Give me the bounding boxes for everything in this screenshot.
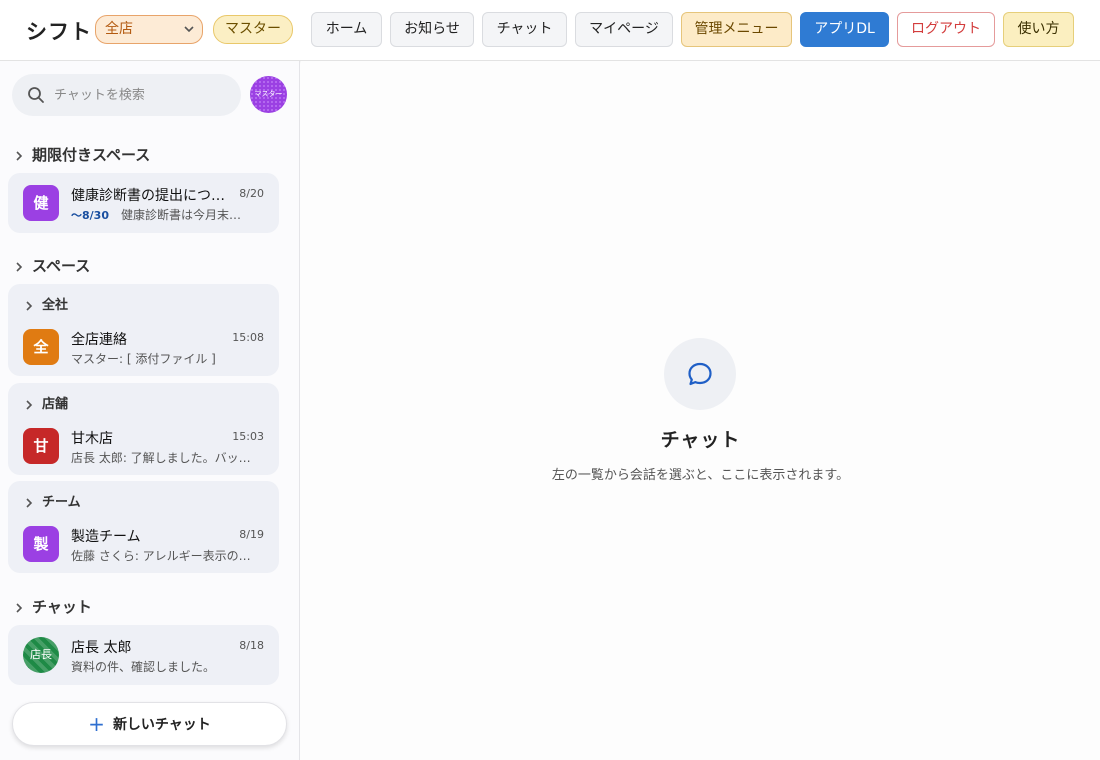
chat-item-time: 15:03	[232, 430, 264, 443]
space-icon: 全	[23, 329, 59, 365]
chevron-right-icon	[26, 497, 33, 508]
nav-app-download-button[interactable]: アプリDL	[800, 12, 889, 47]
chat-item-time: 8/19	[239, 528, 264, 541]
store-select[interactable]: 全店	[95, 15, 203, 44]
space-icon: 甘	[23, 428, 59, 464]
section-spaces-label: スペース	[32, 257, 91, 275]
chat-search-input[interactable]	[54, 74, 234, 116]
space-icon: 健	[23, 185, 59, 221]
space-group-header[interactable]: 全社	[22, 294, 68, 313]
space-group-label: 店舗	[42, 397, 69, 412]
chat-item-all-stores[interactable]: 全 全店連絡 15:08 マスター: [ 添付ファイル ]	[8, 317, 279, 377]
nav-chat-button[interactable]: チャット	[482, 12, 567, 47]
chat-item-health-check[interactable]: 健 健康診断書の提出につ… 8/20 〜8/30 健康診断書は今月末…	[8, 173, 279, 233]
empty-state-title: チャット	[660, 429, 741, 451]
avatar: 店長	[23, 637, 59, 673]
user-avatar[interactable]: マスター	[250, 76, 287, 113]
new-chat-button[interactable]: + 新しいチャット	[12, 702, 287, 746]
chat-sidebar: マスター 期限付きスペース 健 健康診断書の提出につ… 8/20 〜8/30 健康…	[0, 61, 300, 760]
nav-logout-button[interactable]: ログアウト	[897, 12, 995, 47]
space-group-label: 全社	[42, 298, 69, 313]
nav-home-button[interactable]: ホーム	[311, 12, 382, 47]
search-icon	[28, 87, 44, 103]
nav-admin-button[interactable]: 管理メニュー	[681, 12, 792, 47]
chat-item-time: 8/18	[239, 639, 264, 652]
chat-item-amagi-store[interactable]: 甘 甘木店 15:03 店長 太郎: 了解しました。バッ…	[8, 416, 279, 476]
space-group-stores: 店舗 甘 甘木店 15:03 店長 太郎: 了解しました。バッ…	[8, 383, 279, 475]
chevron-right-icon	[16, 261, 23, 272]
chat-item-preview: マスター: [ 添付ファイル ]	[71, 352, 216, 366]
space-group-header[interactable]: チーム	[22, 491, 81, 510]
chat-search	[12, 74, 241, 116]
nav-notice-button[interactable]: お知らせ	[390, 12, 474, 47]
space-group-teams: チーム 製 製造チーム 8/19 佐藤 さくら: アレルギー表示の…	[8, 481, 279, 573]
chat-item-name: 甘木店	[71, 431, 113, 447]
chevron-right-icon	[16, 150, 23, 161]
chevron-right-icon	[26, 399, 33, 410]
chat-item-production-team[interactable]: 製 製造チーム 8/19 佐藤 さくら: アレルギー表示の…	[8, 514, 279, 574]
chat-item-name: 全店連絡	[71, 332, 127, 348]
section-timed-spaces[interactable]: 期限付きスペース	[12, 144, 150, 166]
chat-item-preview: 健康診断書は今月末…	[120, 208, 241, 222]
chat-item-preview: 資料の件、確認しました。	[71, 660, 216, 674]
nav-help-button[interactable]: 使い方	[1003, 12, 1074, 47]
chat-item-time: 8/20	[239, 187, 264, 200]
chat-item-name: 店長 太郎	[71, 640, 132, 656]
space-group-label: チーム	[42, 495, 81, 510]
top-header: シフト 全店 マスター ホーム お知らせ チャット マイページ 管理メニュー ア…	[0, 0, 1100, 61]
chat-main-panel: チャット 左の一覧から会話を選ぶと、ここに表示されます。	[301, 61, 1100, 760]
section-chats-label: チャット	[32, 598, 92, 616]
store-select-value: 全店	[105, 21, 133, 37]
chat-item-name: 製造チーム	[71, 529, 141, 545]
space-group-header[interactable]: 店舗	[22, 393, 68, 412]
chat-item-store-manager[interactable]: 店長 店長 太郎 8/18 資料の件、確認しました。	[8, 625, 279, 685]
section-spaces[interactable]: スペース	[12, 255, 90, 277]
role-badge: マスター	[213, 15, 293, 44]
chat-item-preview-row: 〜8/30 健康診断書は今月末…	[71, 206, 263, 223]
nav-mypage-button[interactable]: マイページ	[575, 12, 673, 47]
chat-item-preview: 店長 太郎: 了解しました。バッ…	[71, 451, 251, 465]
chat-item-name: 健康診断書の提出につ…	[71, 188, 225, 204]
empty-state-description: 左の一覧から会話を選ぶと、ここに表示されます。	[551, 468, 850, 483]
chevron-down-icon	[184, 26, 194, 33]
chat-item-preview: 佐藤 さくら: アレルギー表示の…	[71, 549, 251, 563]
chevron-right-icon	[16, 602, 23, 613]
app-title: シフト	[26, 20, 92, 44]
space-group-company: 全社 全 全店連絡 15:08 マスター: [ 添付ファイル ]	[8, 284, 279, 376]
plus-icon: +	[88, 712, 105, 736]
section-timed-spaces-label: 期限付きスペース	[32, 146, 151, 164]
section-chats[interactable]: チャット	[12, 596, 92, 618]
new-chat-label: 新しいチャット	[112, 717, 211, 733]
chat-item-time: 15:08	[232, 331, 264, 344]
chevron-right-icon	[26, 300, 33, 311]
space-icon: 製	[23, 526, 59, 562]
deadline-badge: 〜8/30	[71, 209, 109, 222]
chat-bubble-icon	[664, 338, 736, 410]
